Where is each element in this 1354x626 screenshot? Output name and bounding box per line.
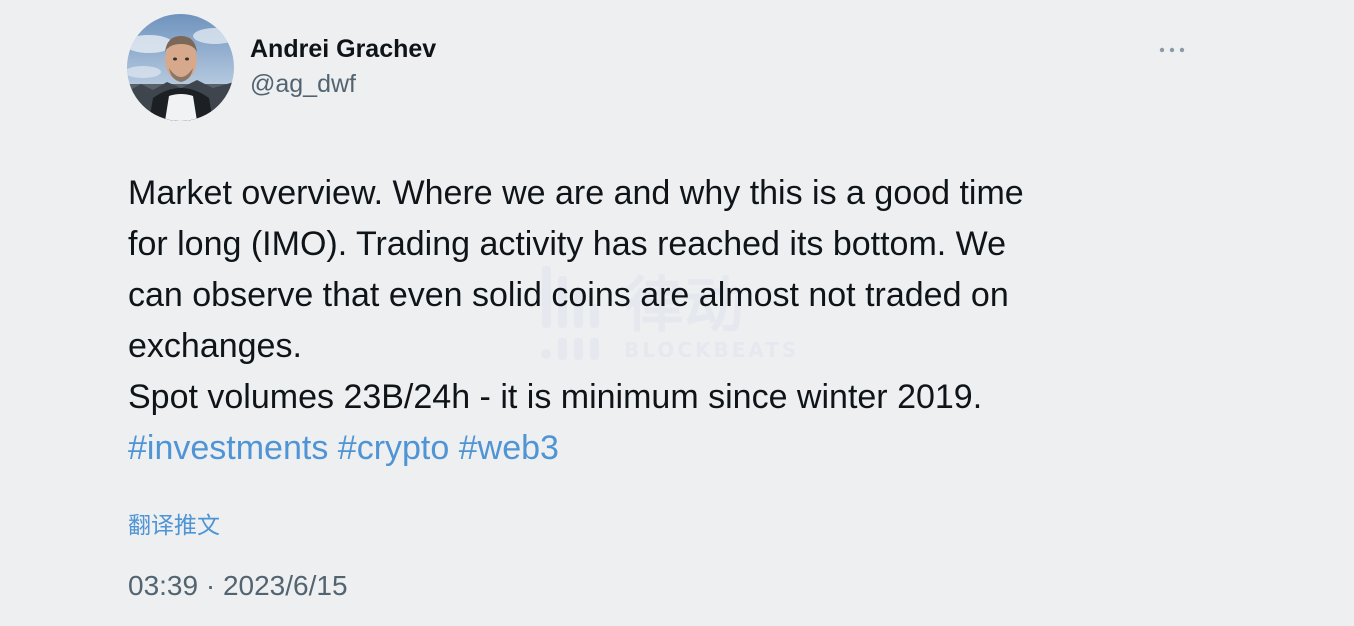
tweet-line: Market overview. Where we are and why th… <box>128 174 1024 212</box>
avatar[interactable] <box>127 14 234 121</box>
hashtag-web3[interactable]: #web3 <box>459 429 559 467</box>
tweet-timestamp[interactable]: 03:39 · 2023/6/15 <box>128 568 348 604</box>
tweet: Andrei Grachev @ag_dwf 律动 BLOCKBEATS Mar… <box>0 0 1354 626</box>
tweet-line: can observe that even solid coins are al… <box>128 276 1009 314</box>
user-name[interactable]: Andrei Grachev <box>250 32 436 66</box>
avatar-photo-icon <box>127 14 234 121</box>
user-handle[interactable]: @ag_dwf <box>250 67 356 101</box>
tweet-line: Spot volumes 23B/24h - it is minimum sin… <box>128 378 983 416</box>
hashtag-investments[interactable]: #investments <box>128 429 328 467</box>
tweet-line: for long (IMO). Trading activity has rea… <box>128 225 1007 263</box>
more-options-button[interactable] <box>1156 36 1188 64</box>
more-dots-icon <box>1159 47 1185 53</box>
hashtag-line: #investments #crypto #web3 <box>128 423 1168 474</box>
tweet-line: exchanges. <box>128 327 302 365</box>
hashtag-crypto[interactable]: #crypto <box>338 429 450 467</box>
translate-tweet-link[interactable]: 翻译推文 <box>128 510 220 542</box>
tweet-text: Market overview. Where we are and why th… <box>128 168 1168 474</box>
